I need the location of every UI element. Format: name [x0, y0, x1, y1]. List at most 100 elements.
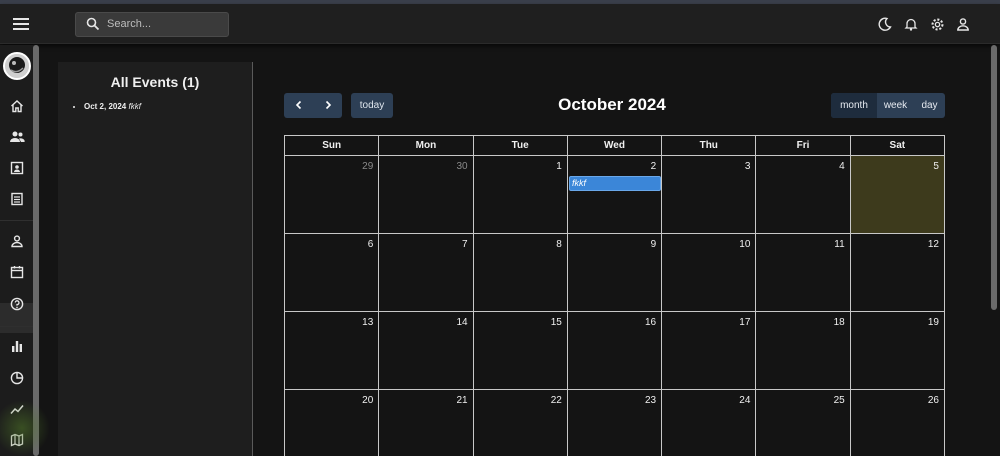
prev-next-group	[284, 93, 342, 118]
day-view-button[interactable]: day	[914, 93, 945, 118]
day-cell[interactable]: 9	[567, 234, 663, 312]
day-number: 9	[650, 239, 657, 250]
day-number: 19	[927, 317, 939, 328]
day-cell[interactable]: 30	[379, 156, 474, 234]
today-button[interactable]: today	[351, 93, 393, 118]
day-number: 4	[839, 161, 845, 172]
day-number: 26	[927, 395, 939, 406]
chevron-left-icon	[294, 97, 304, 115]
day-cell[interactable]: 13	[285, 312, 380, 390]
weekday-thu: Thu	[662, 136, 757, 156]
view-switcher: month week day	[831, 93, 945, 118]
prev-month-button[interactable]	[284, 93, 313, 118]
day-number: 29	[362, 161, 374, 172]
day-cell[interactable]: 15	[473, 312, 568, 390]
month-view-button[interactable]: month	[831, 93, 877, 118]
calendar-title: October 2024	[558, 95, 666, 114]
day-number: 11	[834, 239, 845, 250]
week-view-button[interactable]: week	[877, 93, 914, 118]
day-cell[interactable]: 10	[662, 234, 757, 312]
week-row: 6 7 8 9 10 11 12	[285, 234, 945, 312]
list-icon[interactable]	[8, 190, 26, 208]
day-cell[interactable]: 17	[662, 312, 757, 390]
bell-icon[interactable]	[903, 16, 919, 32]
next-month-button[interactable]	[313, 93, 342, 118]
day-number: 15	[550, 317, 562, 328]
home-icon[interactable]	[8, 97, 26, 115]
day-cell[interactable]: 3	[662, 156, 757, 234]
chevron-right-icon	[323, 97, 333, 115]
side-nav	[0, 45, 39, 456]
list-item[interactable]: Oct 2, 2024 fkkf	[84, 102, 252, 111]
events-panel-title: All Events (1)	[110, 74, 200, 90]
menu-icon[interactable]	[10, 14, 32, 34]
help-icon[interactable]	[8, 295, 26, 313]
day-cell[interactable]: 20	[285, 390, 380, 456]
day-cell[interactable]: 25	[756, 390, 851, 456]
search-box[interactable]: Search...	[75, 12, 229, 37]
nav-scrollbar[interactable]	[33, 45, 39, 456]
day-cell[interactable]: 14	[379, 312, 474, 390]
user-icon[interactable]	[955, 16, 971, 32]
day-cell[interactable]: 6	[285, 234, 380, 312]
day-cell[interactable]: 19	[850, 312, 945, 390]
day-cell[interactable]: 21	[379, 390, 474, 456]
weekday-sun: Sun	[285, 136, 380, 156]
day-cell[interactable]: 18	[756, 312, 851, 390]
page-scrollbar[interactable]	[991, 45, 997, 310]
calendar-nav	[284, 93, 342, 118]
calendar-icon[interactable]	[8, 263, 26, 281]
day-cell-today[interactable]: 5	[850, 156, 945, 234]
weekday-mon: Mon	[379, 136, 474, 156]
day-number: 6	[367, 239, 374, 250]
search-input[interactable]: Search...	[107, 18, 151, 30]
person-icon[interactable]	[8, 232, 26, 250]
day-number: 17	[739, 317, 751, 328]
gear-icon[interactable]	[929, 16, 945, 32]
day-number: 14	[456, 317, 468, 328]
day-cell[interactable]: 22	[474, 390, 568, 456]
day-number: 18	[833, 317, 845, 328]
day-cell[interactable]: 29	[285, 156, 380, 234]
day-number: 30	[456, 161, 468, 172]
week-row: 20 21 22 23 24 25 26	[285, 390, 945, 456]
day-cell[interactable]: 23	[568, 390, 663, 456]
day-number: 25	[833, 395, 845, 406]
day-cell[interactable]: 24	[662, 390, 757, 456]
weekday-fri: Fri	[756, 136, 851, 156]
day-number: 2	[650, 161, 657, 172]
pie-chart-icon[interactable]	[8, 369, 26, 387]
day-number: 10	[739, 239, 751, 250]
contact-card-icon[interactable]	[8, 159, 26, 177]
day-cell[interactable]: 2	[567, 156, 663, 234]
day-cell[interactable]: 1	[473, 156, 568, 234]
day-cell[interactable]: 26	[851, 390, 945, 456]
search-icon	[86, 17, 100, 36]
day-number: 12	[927, 239, 939, 250]
day-number: 23	[645, 395, 657, 406]
day-number: 13	[362, 317, 374, 328]
day-number: 7	[462, 239, 468, 250]
day-cell[interactable]: 12	[850, 234, 945, 312]
users-icon[interactable]	[8, 128, 26, 146]
moon-icon[interactable]	[877, 16, 893, 32]
nav-divider	[0, 326, 36, 327]
day-cell[interactable]: 16	[567, 312, 663, 390]
week-row: 29 30 1 2 3 4 5	[285, 156, 945, 234]
day-number: 3	[744, 161, 751, 172]
day-cell[interactable]: 11	[756, 234, 851, 312]
weekday-sat: Sat	[850, 136, 945, 156]
calendar-event[interactable]: fkkf	[569, 176, 661, 191]
events-list: Oct 2, 2024 fkkf	[84, 102, 252, 111]
event-date: Oct 2, 2024	[84, 102, 127, 111]
day-number: 8	[556, 239, 562, 250]
day-number: 16	[645, 317, 657, 328]
day-cell[interactable]: 7	[379, 234, 474, 312]
avatar[interactable]	[3, 52, 31, 80]
events-panel: All Events (1) Oct 2, 2024 fkkf	[58, 62, 253, 456]
bar-chart-icon[interactable]	[8, 337, 26, 355]
day-cell[interactable]: 8	[473, 234, 568, 312]
day-cell[interactable]: 4	[756, 156, 851, 234]
day-number: 21	[456, 395, 468, 406]
nav-divider	[0, 220, 36, 221]
